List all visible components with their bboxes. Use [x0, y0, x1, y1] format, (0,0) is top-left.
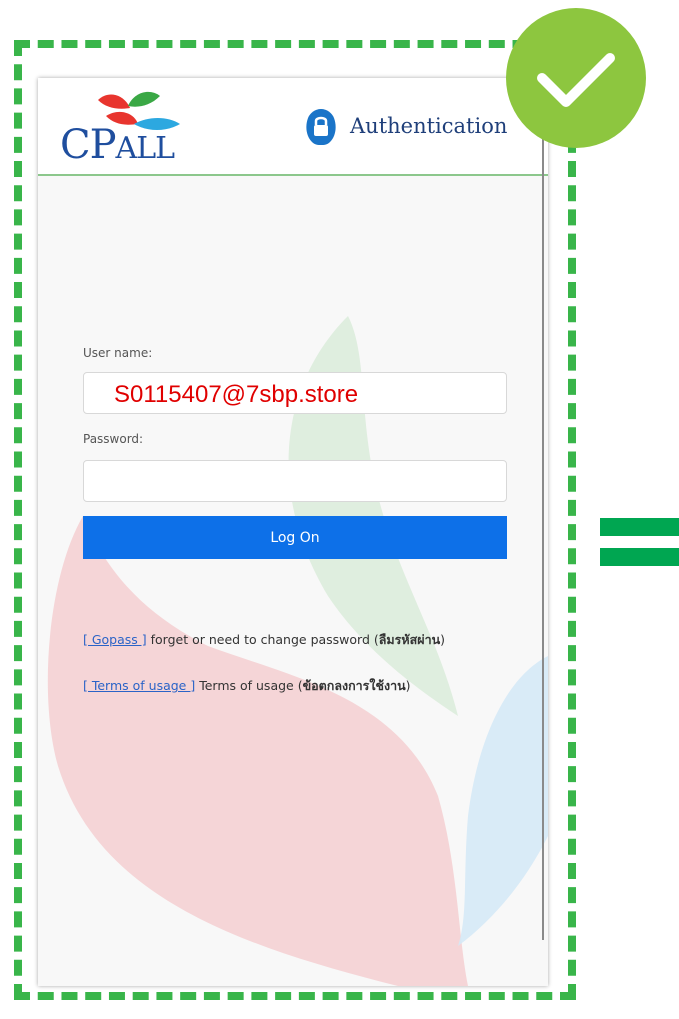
terms-row: [ Terms of usage ] Terms of usage (ข้อตก… [83, 678, 411, 693]
login-card: CPALL Authentication User name: S0115407… [38, 78, 548, 986]
password-label: Password: [83, 432, 144, 446]
gopass-description: forget or need to change password ( [146, 632, 379, 647]
gopass-row: [ Gopass ] forget or need to change pass… [83, 632, 446, 647]
terms-link[interactable]: [ Terms of usage ] [83, 678, 195, 693]
terms-thai: ข้อตกลงการใช้งาน [302, 678, 406, 693]
equals-bar-top [600, 518, 679, 536]
background-leaves [47, 316, 548, 986]
gopass-link[interactable]: [ Gopass ] [83, 632, 147, 647]
username-value: S0115407@7sbp.store [114, 381, 359, 408]
auth-title: Authentication [350, 114, 508, 138]
gopass-thai: ลืมรหัสผ่าน [378, 632, 441, 647]
equals-bar-bottom [600, 548, 679, 566]
logo-wordmark: CPALL [60, 122, 175, 168]
lock-shield-icon [306, 109, 336, 145]
card-header: CPALL Authentication [38, 78, 548, 176]
logon-button[interactable]: Log On [83, 516, 507, 559]
checkmark-icon [506, 8, 646, 148]
username-input[interactable]: S0115407@7sbp.store [83, 372, 507, 414]
password-input[interactable] [83, 460, 507, 502]
scrollbar[interactable] [542, 134, 544, 940]
terms-description: Terms of usage ( [195, 678, 303, 693]
username-label: User name: [83, 346, 153, 360]
